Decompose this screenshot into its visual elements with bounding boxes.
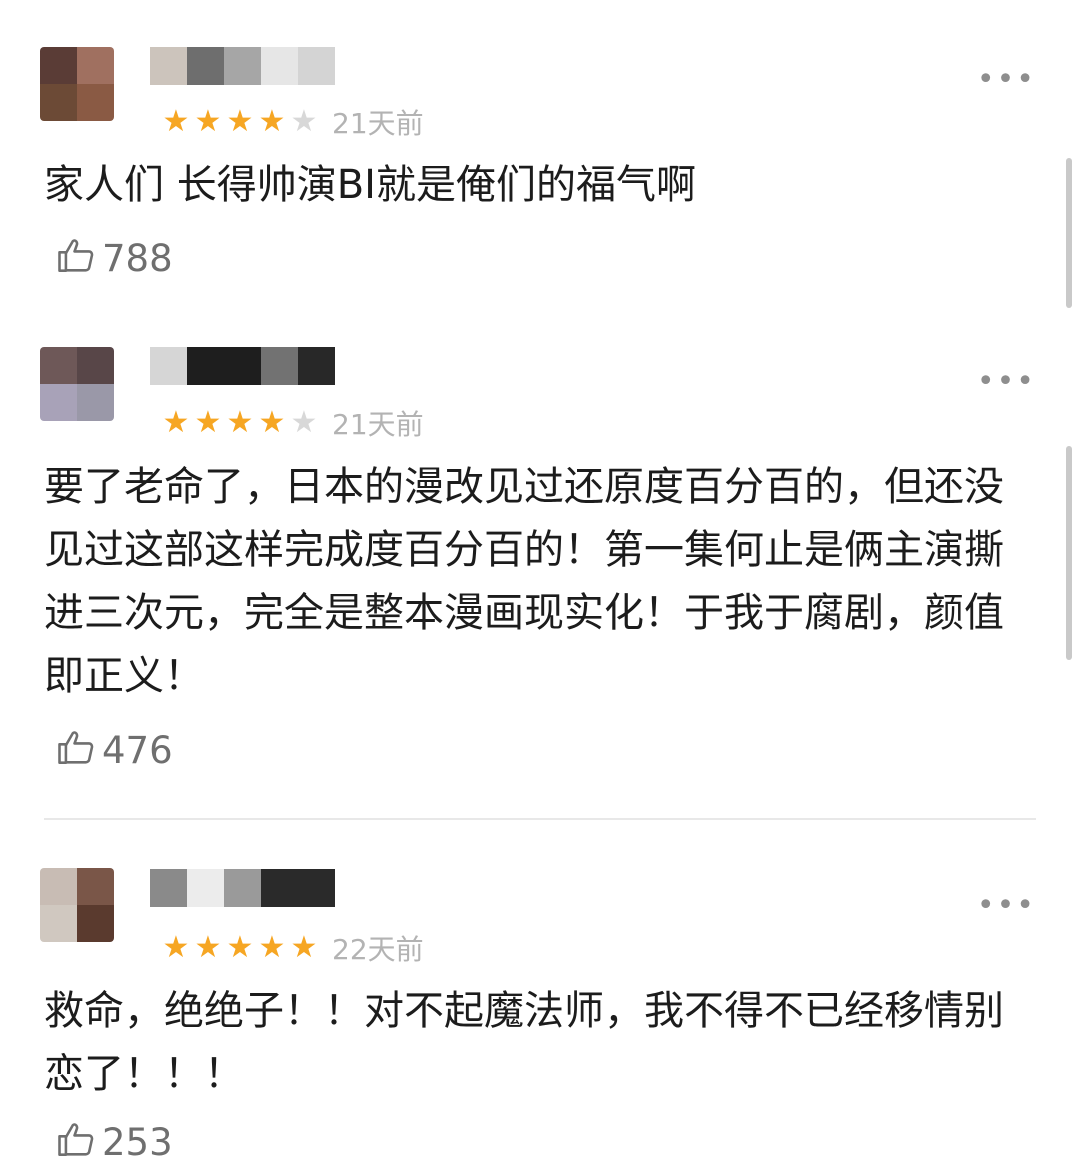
avatar-pixel [77,384,114,421]
avatar-pixel [40,347,77,384]
rating: ★ ★ ★ ★ ★ 21天前 [160,102,424,142]
username-pixel [187,347,224,385]
star-icon: ★ [258,104,286,139]
avatar-pixel [40,384,77,421]
avatar[interactable] [40,47,114,121]
rating: ★ ★ ★ ★ ★ 22天前 [160,928,424,968]
username-pixel [224,47,261,85]
star-icon: ★ [162,104,190,139]
username-pixel [298,347,335,385]
star-icon: ★ [194,104,222,139]
username-pixel [150,347,187,385]
comment-time: 21天前 [332,107,424,140]
like-count: 788 [102,236,173,280]
username-pixel [187,47,224,85]
like-button[interactable]: 476 [54,726,173,774]
username-pixel [187,869,224,907]
more-icon[interactable]: ••• [977,62,1036,97]
scrollbar[interactable] [1066,446,1072,660]
username[interactable] [150,347,335,385]
comment-time: 22天前 [332,933,424,966]
star-icon: ★ [258,405,286,440]
comment-text: 救命，绝绝子！！对不起魔法师，我不得不已经移情别恋了！！！ [44,988,1004,1097]
avatar-pixel [40,905,77,942]
star-icon: ★ [258,930,286,965]
star-icon: ★ [226,104,254,139]
avatar-pixel [40,47,77,84]
thumbs-up-icon [54,1118,98,1166]
star-icon: ★ [194,930,222,965]
star-icon: ★ [162,930,190,965]
username-pixel [298,869,335,907]
avatar[interactable] [40,868,114,942]
star-icon: ★ [290,405,318,440]
username-pixel [150,869,187,907]
scrollbar[interactable] [1066,158,1072,308]
username-pixel [298,47,335,85]
more-icon[interactable]: ••• [977,364,1036,399]
star-icon: ★ [194,405,222,440]
avatar-pixel [77,868,114,905]
rating: ★ ★ ★ ★ ★ 21天前 [160,403,424,443]
star-rating: ★ ★ ★ ★ ★ [160,107,320,137]
like-count: 253 [102,1120,173,1164]
avatar-pixel [77,347,114,384]
star-icon: ★ [226,405,254,440]
username[interactable] [150,869,335,907]
username-pixel [261,869,298,907]
username-pixel [150,47,187,85]
like-button[interactable]: 253 [54,1118,173,1166]
avatar-pixel [77,905,114,942]
like-count: 476 [102,728,173,772]
username-pixel [261,347,298,385]
star-rating: ★ ★ ★ ★ ★ [160,408,320,438]
comment-time: 21天前 [332,408,424,441]
like-button[interactable]: 788 [54,234,173,282]
star-icon: ★ [290,930,318,965]
avatar-pixel [40,868,77,905]
comment-text: 家人们 长得帅演BI就是俺们的福气啊 [44,162,696,208]
comment-text: 要了老命了，日本的漫改见过还原度百分百的，但还没见过这部这样完成度百分百的！第一… [44,464,1004,699]
star-icon: ★ [290,104,318,139]
avatar-pixel [40,84,77,121]
avatar[interactable] [40,347,114,421]
thumbs-up-icon [54,726,98,774]
username-pixel [224,869,261,907]
star-icon: ★ [226,930,254,965]
username[interactable] [150,47,335,85]
avatar-pixel [77,47,114,84]
avatar-pixel [77,84,114,121]
username-pixel [224,347,261,385]
more-icon[interactable]: ••• [977,888,1036,923]
thumbs-up-icon [54,234,98,282]
star-rating: ★ ★ ★ ★ ★ [160,933,320,963]
username-pixel [261,47,298,85]
star-icon: ★ [162,405,190,440]
divider [44,818,1036,820]
